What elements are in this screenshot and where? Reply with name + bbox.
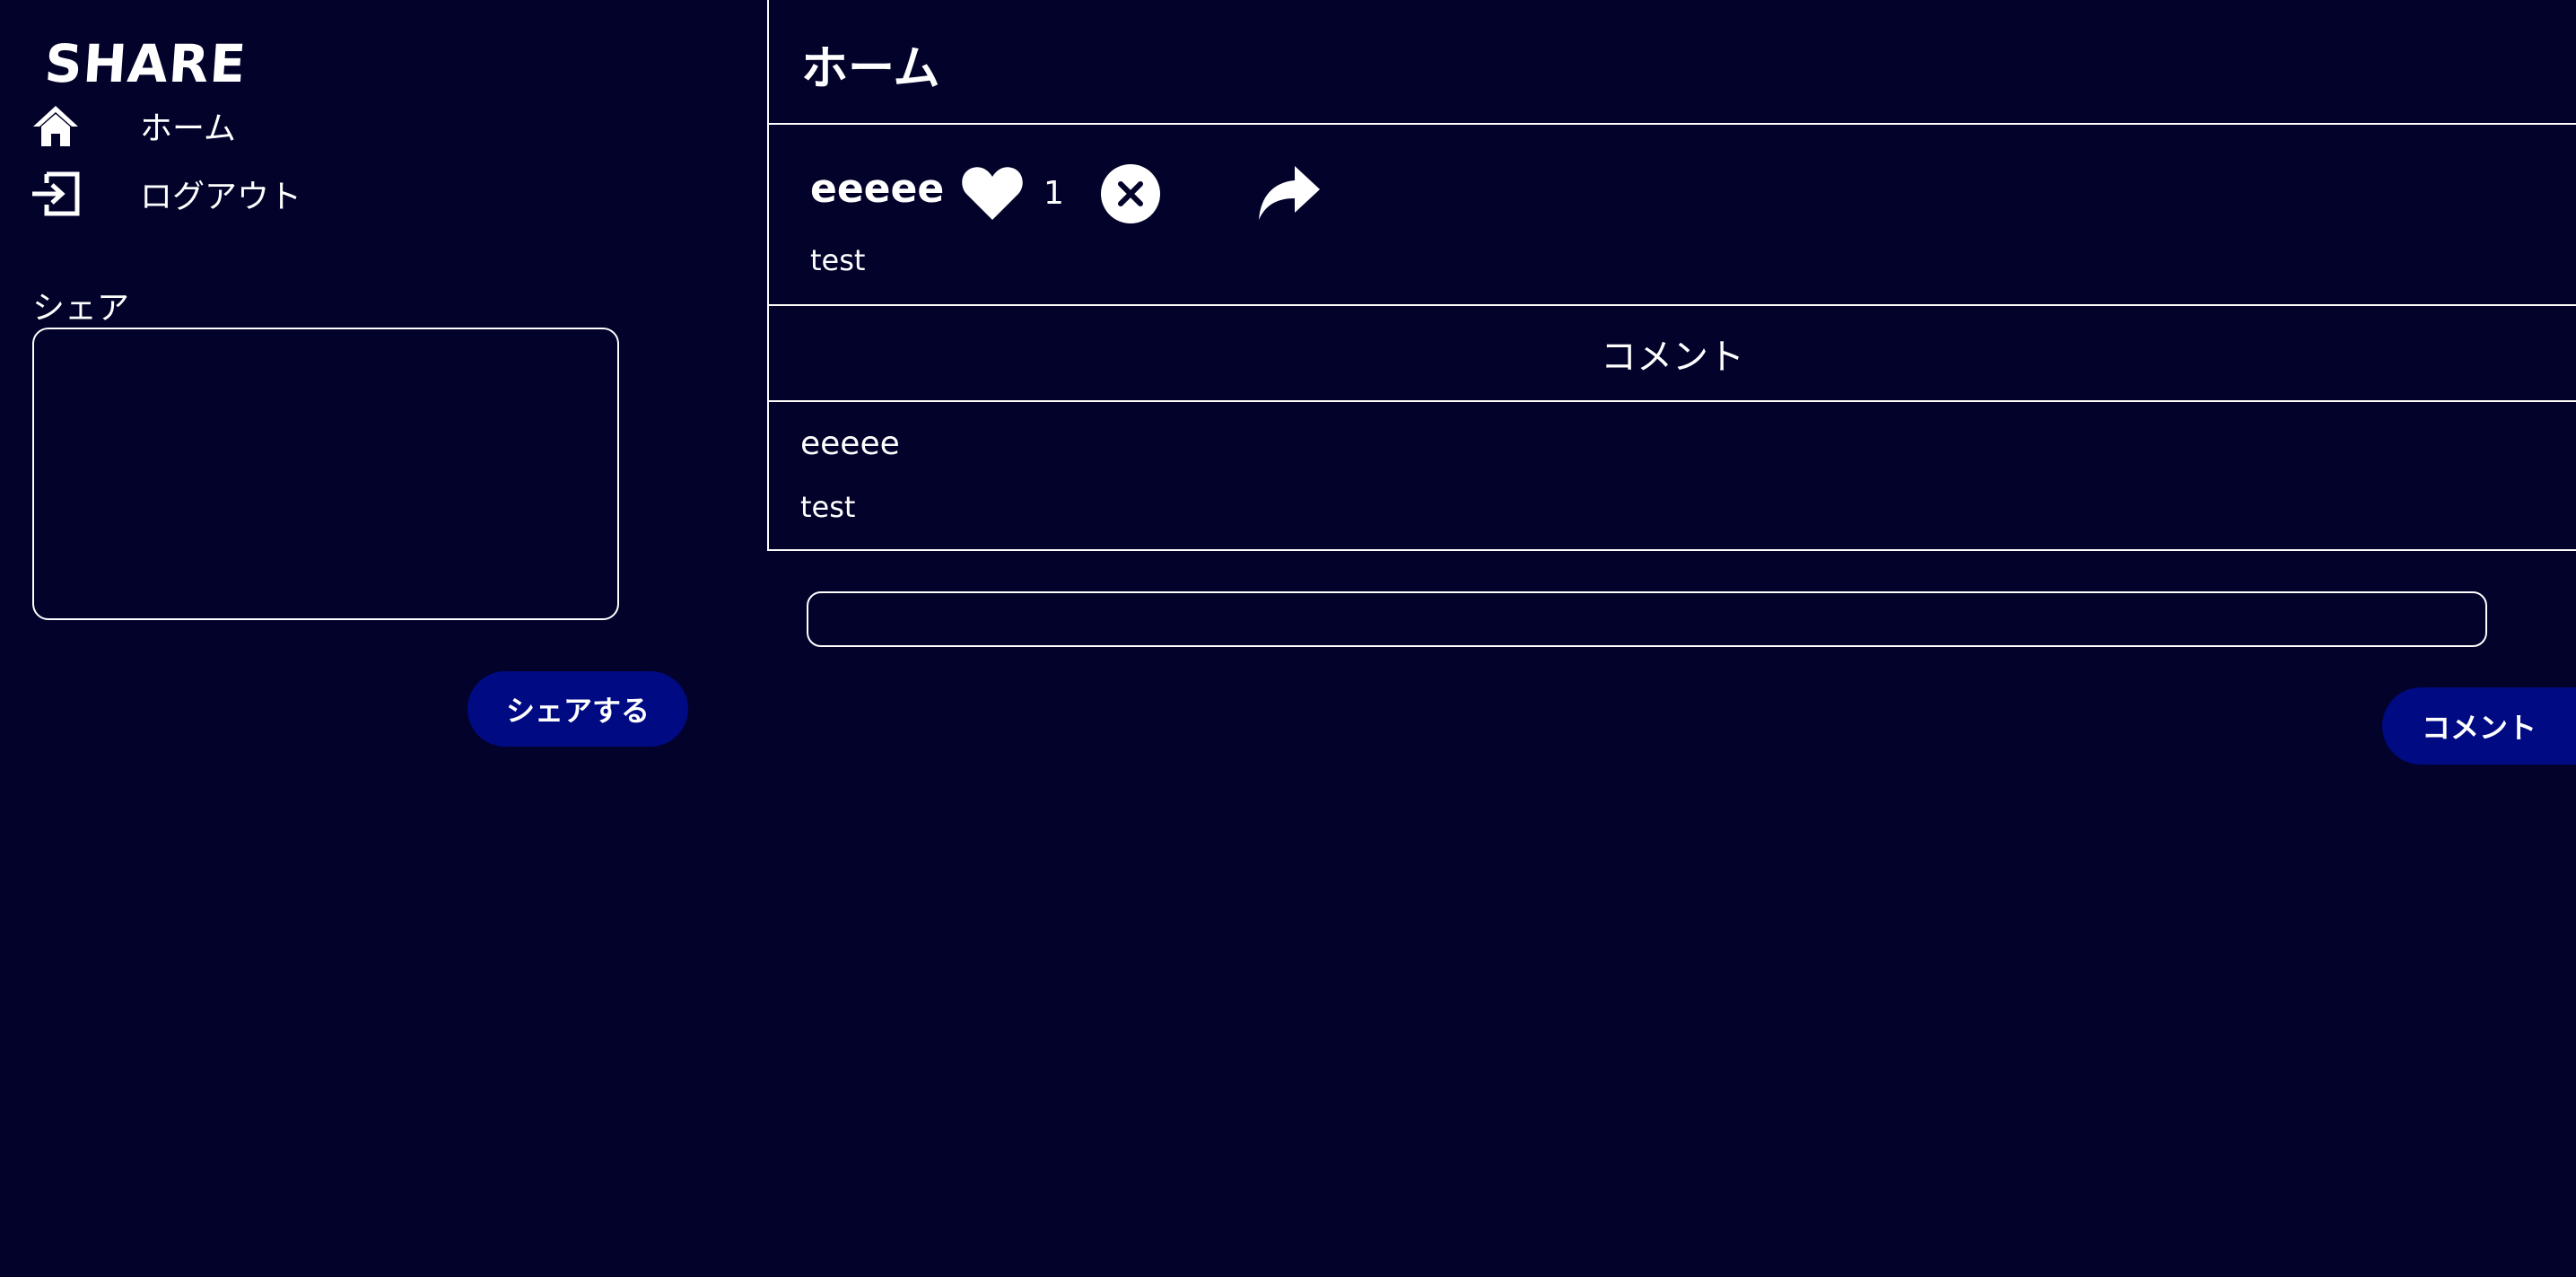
comment-body: test	[800, 490, 856, 524]
post-author: eeeee	[810, 166, 945, 212]
comment-section-header: コメント	[767, 306, 2576, 402]
comment-button[interactable]: コメント	[2382, 687, 2576, 765]
share-label: シェア	[32, 290, 130, 327]
comment-section-title: コメント	[1601, 336, 1744, 378]
share-button[interactable]: シェアする	[467, 671, 688, 747]
share-arrow-icon[interactable]	[1257, 162, 1322, 225]
nav-item-home[interactable]: ホーム	[31, 97, 389, 154]
heart-icon[interactable]	[961, 164, 1024, 222]
nav-item-logout-label: ログアウト	[140, 179, 302, 215]
comment-input[interactable]	[807, 591, 2487, 647]
main-content: ホーム eeeee 1 test コメント eeeee test コメント	[767, 0, 2576, 1277]
nav-item-home-label: ホーム	[140, 110, 236, 147]
home-icon	[31, 101, 81, 151]
comment-author: eeeee	[800, 425, 900, 462]
sidebar: SHARE ホーム ログアウト シェア シェアする	[0, 0, 768, 1277]
app-root: SHARE ホーム ログアウト シェア シェアする ホーム eeeee 1 te…	[0, 0, 2576, 1277]
close-circle-icon[interactable]	[1101, 164, 1160, 223]
share-textarea[interactable]	[32, 328, 619, 620]
post-body: test	[810, 243, 866, 277]
logout-icon	[31, 169, 81, 219]
comment-item: eeeee test	[767, 402, 2576, 551]
nav-item-logout[interactable]: ログアウト	[31, 165, 389, 223]
page-title: ホーム	[801, 42, 940, 96]
like-count: 1	[1043, 175, 1064, 212]
post-card: eeeee 1 test	[767, 125, 2576, 306]
main-header: ホーム	[767, 0, 2576, 125]
app-logo: SHARE	[42, 33, 249, 94]
